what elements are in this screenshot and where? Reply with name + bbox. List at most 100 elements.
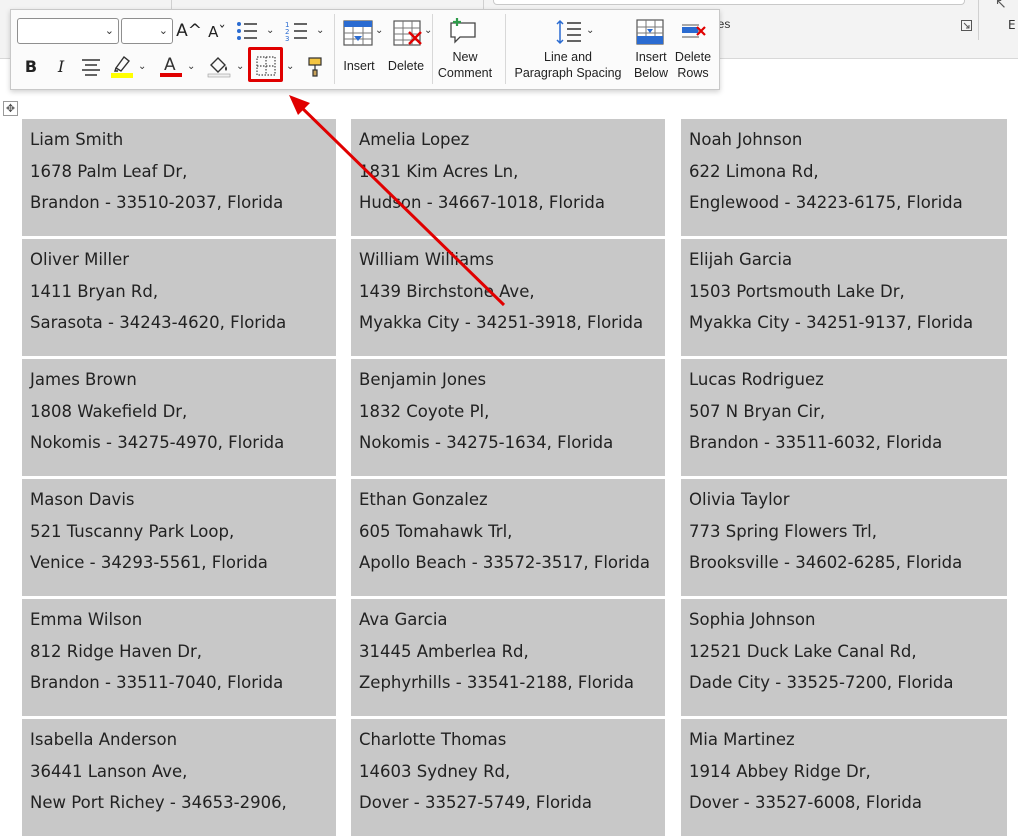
label-street: 1808 Wakefield Dr, [30, 401, 188, 421]
bold-button[interactable]: B [21, 55, 41, 77]
label-cell[interactable]: Mason Davis 521 Tuscanny Park Loop, Venice… [22, 479, 336, 596]
delete-button[interactable]: Delete [385, 58, 427, 74]
label-cell[interactable]: Mia Martinez 1914 Abbey Ridge Dr, Dover - … [681, 719, 1007, 836]
chevron-down-icon[interactable]: ⌄ [236, 61, 244, 72]
label-city: Englewood - 34223-6175, Florida [689, 193, 963, 212]
label-name: Ava Garcia [359, 610, 448, 629]
bold-icon: B [24, 56, 38, 76]
bullets-icon[interactable] [235, 20, 259, 42]
label-cell[interactable]: Isabella Anderson 36441 Lanson Ave, New Po… [22, 719, 336, 836]
label-cell[interactable]: Oliver Miller 1411 Bryan Rd, Sarasota - 34… [22, 239, 336, 356]
label-street: 812 Ridge Haven Dr, [30, 641, 203, 661]
grow-font-button[interactable]: A^ [176, 19, 202, 43]
chevron-down-icon[interactable]: ⌄ [187, 61, 195, 72]
cell-gap [336, 619, 350, 637]
new-comment-label-line1: New [452, 50, 478, 64]
annotation-highlight-box [248, 47, 283, 82]
label-cell[interactable]: Ethan Gonzalez 605 Tomahawk Trl, Apollo Be… [351, 479, 665, 596]
shrink-font-button[interactable]: Aˇ [206, 20, 228, 44]
cell-gap [336, 259, 350, 277]
insert-button[interactable]: Insert [338, 58, 380, 74]
label-cell[interactable]: Elijah Garcia 1503 Portsmouth Lake Dr, Mya… [681, 239, 1007, 356]
label-cell[interactable]: Olivia Taylor 773 Spring Flowers Trl, Broo… [681, 479, 1007, 596]
insert-table-icon[interactable] [342, 19, 374, 49]
shading-icon[interactable] [207, 54, 231, 78]
label-name: Lucas Rodriguez [689, 370, 824, 389]
cell-gap [336, 739, 350, 757]
new-comment-label-line2: Comment [437, 66, 493, 80]
ribbon-gallery-box [493, 0, 965, 5]
shrink-font-icon: Aˇ [208, 23, 226, 41]
table-move-handle-icon[interactable]: ✥ [3, 101, 18, 116]
label-cell[interactable]: Benjamin Jones 1832 Coyote Pl, Nokomis - 3… [351, 359, 665, 476]
label-cell[interactable]: James Brown 1808 Wakefield Dr, Nokomis - 3… [22, 359, 336, 476]
line-spacing-label-line1: Line and [544, 50, 592, 64]
label-city: Myakka City - 34251-3918, Florida [359, 313, 644, 332]
label-cell[interactable]: William Williams 1439 Birchstone Ave, Myak… [351, 239, 665, 356]
font-color-icon[interactable]: A [159, 54, 183, 78]
chevron-down-icon[interactable]: ⌄ [266, 25, 274, 36]
cell-gap [666, 259, 680, 277]
new-comment-button[interactable]: New Comment [435, 49, 495, 81]
line-spacing-icon[interactable] [555, 19, 583, 45]
label-name: Elijah Garcia [689, 250, 793, 269]
format-painter-icon[interactable] [304, 54, 328, 78]
chevron-down-icon[interactable]: ⌄ [586, 25, 594, 36]
italic-button[interactable]: I [51, 55, 71, 77]
label-cell[interactable]: Lucas Rodriguez 507 N Bryan Cir, Brandon -… [681, 359, 1007, 476]
highlighter-icon[interactable] [110, 54, 134, 78]
label-cell[interactable]: Charlotte Thomas 14603 Sydney Rd, Dover - … [351, 719, 665, 836]
label-name: Olivia Taylor [689, 490, 790, 509]
label-cell[interactable]: Ava Garcia 31445 Amberlea Rd, Zephyrhills … [351, 599, 665, 716]
select-cursor-icon[interactable]: ↖ [995, 0, 1007, 12]
insert-below-icon[interactable] [635, 18, 665, 46]
line-spacing-button[interactable]: Line and Paragraph Spacing [508, 49, 628, 81]
cell-gap [666, 739, 680, 757]
delete-rows-icon[interactable] [679, 18, 709, 46]
center-align-icon[interactable] [80, 57, 102, 77]
label-street: 1503 Portsmouth Lake Dr, [689, 281, 905, 301]
editing-letter: E [1008, 18, 1016, 32]
label-street: 36441 Lanson Ave, [30, 761, 188, 781]
insert-below-button[interactable]: Insert Below [629, 49, 673, 81]
label-cell[interactable]: Amelia Lopez 1831 Kim Acres Ln, Hudson - 3… [351, 119, 665, 236]
label-cell[interactable]: Sophia Johnson 12521 Duck Lake Canal Rd, D… [681, 599, 1007, 716]
label-city: Sarasota - 34243-4620, Florida [30, 313, 287, 332]
toolbar-separator [505, 14, 506, 84]
label-street: 12521 Duck Lake Canal Rd, [689, 641, 917, 661]
chevron-down-icon[interactable]: ⌄ [316, 25, 324, 36]
label-street: 1411 Bryan Rd, [30, 281, 159, 301]
label-name: Amelia Lopez [359, 130, 470, 149]
chevron-down-icon[interactable]: ⌄ [138, 61, 146, 72]
label-city: Brooksville - 34602-6285, Florida [689, 553, 963, 572]
label-street: 622 Limona Rd, [689, 161, 819, 181]
label-name: William Williams [359, 250, 494, 269]
numbering-icon[interactable]: 1 2 3 [285, 20, 309, 42]
label-cell[interactable]: Liam Smith 1678 Palm Leaf Dr, Brandon - 33… [22, 119, 336, 236]
label-street: 1439 Birchstone Ave, [359, 281, 535, 301]
cell-gap [666, 379, 680, 397]
insert-below-label-line1: Insert [635, 50, 667, 64]
label-city: Apollo Beach - 33572-3517, Florida [359, 553, 650, 572]
line-spacing-label-line2: Paragraph Spacing [514, 66, 622, 80]
delete-rows-button[interactable]: Delete Rows [671, 49, 715, 81]
label-city: Brandon - 33510-2037, Florida [30, 193, 284, 212]
label-city: Venice - 34293-5561, Florida [30, 553, 268, 572]
ribbon-divider [978, 0, 979, 40]
svg-text:A: A [164, 55, 176, 75]
italic-icon: I [57, 56, 65, 76]
font-size-select[interactable]: ⌄ [121, 18, 173, 44]
font-name-select[interactable]: ⌄ [17, 18, 119, 44]
new-comment-icon[interactable] [448, 16, 480, 46]
chevron-down-icon: ⌄ [104, 24, 114, 37]
dialog-launcher-icon[interactable] [961, 20, 972, 31]
delete-table-icon[interactable] [392, 19, 424, 49]
label-city: Brandon - 33511-6032, Florida [689, 433, 943, 452]
chevron-down-icon[interactable]: ⌄ [375, 25, 383, 36]
label-name: Noah Johnson [689, 130, 803, 149]
label-cell[interactable]: Noah Johnson 622 Limona Rd, Englewood - 34… [681, 119, 1007, 236]
cell-gap [336, 379, 350, 397]
chevron-down-icon[interactable]: ⌄ [286, 61, 294, 72]
mini-toolbar: ⌄ ⌄ A^ Aˇ ⌄ 1 2 3 ⌄ B I ⌄ A ⌄ ⌄ ⌄ ⌄ Inse… [10, 9, 720, 90]
label-cell[interactable]: Emma Wilson 812 Ridge Haven Dr, Brandon - … [22, 599, 336, 716]
